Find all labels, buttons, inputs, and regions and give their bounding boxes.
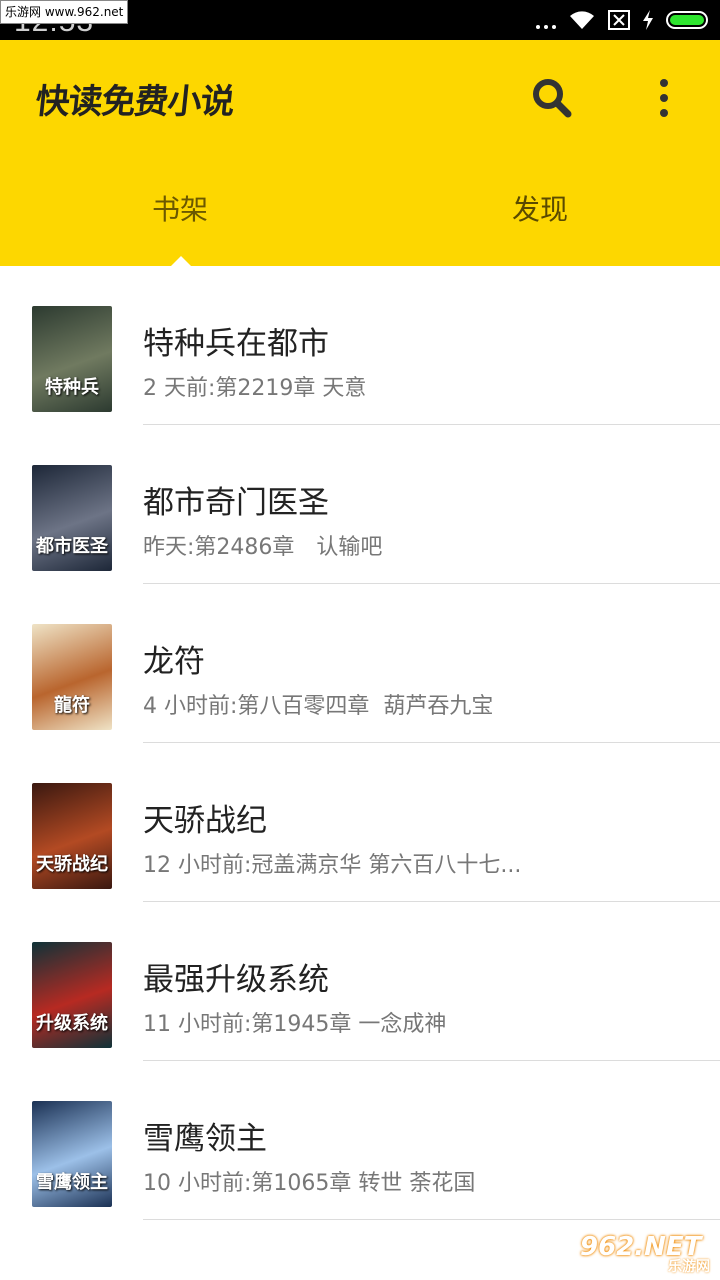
book-cover: 龍符 (32, 624, 112, 730)
book-title: 龙符 (143, 644, 205, 680)
book-title: 特种兵在都市 (143, 326, 329, 362)
more-dot-icon (660, 94, 668, 102)
book-list: 特种兵 特种兵在都市 2 天前:第2219章 天意 都市医圣 都市奇门医圣 昨天… (0, 266, 720, 1220)
status-icons (536, 0, 708, 40)
book-title: 天骄战纪 (143, 803, 267, 839)
book-latest-chapter: 4 小时前:第八百零四章 葫芦吞九宝 (143, 694, 494, 719)
tab-indicator (171, 256, 191, 266)
book-cover: 雪鹰领主 (32, 1101, 112, 1207)
watermark-logo: 962.NET 乐游网 (580, 1232, 714, 1276)
book-title: 雪鹰领主 (143, 1121, 267, 1157)
watermark-sub-text: 乐游网 (668, 1259, 710, 1275)
tab-bar: 书架 发现 (0, 180, 720, 266)
status-bar: 12:53 乐游网 www.962.net (0, 0, 720, 40)
battery-icon (666, 11, 708, 29)
more-dot-icon (660, 79, 668, 87)
book-latest-chapter: 10 小时前:第1065章 转世 荼花国 (143, 1171, 476, 1196)
cover-title: 升级系统 (36, 1013, 108, 1034)
divider (143, 1219, 720, 1220)
watermark-top: 乐游网 www.962.net (0, 0, 129, 24)
search-icon (533, 79, 572, 118)
tab-discover[interactable]: 发现 (360, 180, 720, 266)
charging-icon (643, 10, 653, 30)
sim-off-icon (608, 10, 630, 30)
book-cover: 都市医圣 (32, 465, 112, 571)
app-bar: 快读免费小说 书架 发现 (0, 40, 720, 266)
book-item[interactable]: 特种兵 特种兵在都市 2 天前:第2219章 天意 (0, 266, 720, 425)
book-latest-chapter: 11 小时前:第1945章 一念成神 (143, 1012, 447, 1037)
cover-title: 天骄战纪 (36, 854, 108, 875)
book-item[interactable]: 都市医圣 都市奇门医圣 昨天:第2486章 认输吧 (0, 425, 720, 584)
book-title: 都市奇门医圣 (143, 485, 329, 521)
cover-title: 都市医圣 (36, 536, 108, 557)
cover-title: 特种兵 (45, 377, 99, 398)
more-options-button[interactable] (650, 76, 678, 120)
book-item[interactable]: 升级系统 最强升级系统 11 小时前:第1945章 一念成神 (0, 902, 720, 1061)
cover-title: 雪鹰领主 (36, 1172, 108, 1193)
book-latest-chapter: 12 小时前:冠盖满京华 第六百八十七... (143, 853, 522, 878)
cover-title: 龍符 (54, 695, 90, 716)
book-item[interactable]: 雪鹰领主 雪鹰领主 10 小时前:第1065章 转世 荼花国 (0, 1061, 720, 1220)
book-latest-chapter: 昨天:第2486章 认输吧 (143, 535, 383, 560)
signal-icon (536, 11, 556, 29)
book-latest-chapter: 2 天前:第2219章 天意 (143, 376, 367, 401)
tab-bookshelf[interactable]: 书架 (0, 180, 360, 266)
book-title: 最强升级系统 (143, 962, 329, 998)
book-item[interactable]: 龍符 龙符 4 小时前:第八百零四章 葫芦吞九宝 (0, 584, 720, 743)
book-item[interactable]: 天骄战纪 天骄战纪 12 小时前:冠盖满京华 第六百八十七... (0, 743, 720, 902)
app-title: 快读免费小说 (33, 82, 236, 122)
wifi-icon (570, 11, 594, 29)
book-cover: 升级系统 (32, 942, 112, 1048)
more-dot-icon (660, 109, 668, 117)
book-cover: 天骄战纪 (32, 783, 112, 889)
search-button[interactable] (530, 76, 574, 120)
book-cover: 特种兵 (32, 306, 112, 412)
